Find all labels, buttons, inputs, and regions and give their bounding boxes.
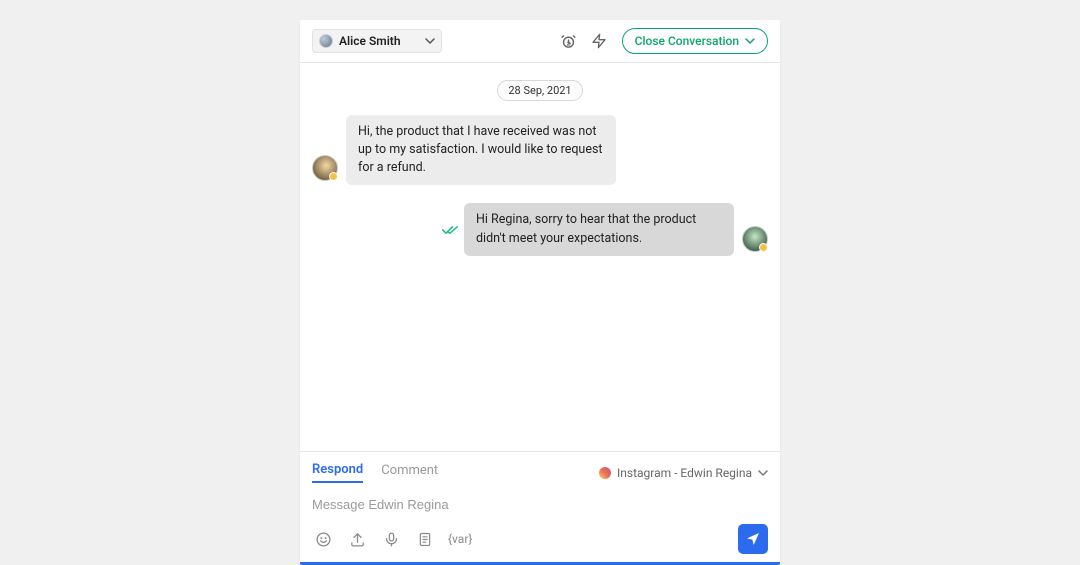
snooze-icon[interactable] — [557, 29, 581, 53]
tab-comment[interactable]: Comment — [381, 463, 438, 482]
channel-selector[interactable]: Instagram - Edwin Regina — [599, 466, 768, 480]
message-bubble: Hi, the product that I have received was… — [346, 115, 616, 185]
chevron-down-icon — [758, 468, 768, 478]
emoji-icon[interactable] — [312, 528, 334, 550]
instagram-icon — [599, 467, 611, 479]
upload-icon[interactable] — [346, 528, 368, 550]
chevron-down-icon — [745, 36, 755, 46]
template-icon[interactable] — [414, 528, 436, 550]
message-row: Hi, the product that I have received was… — [312, 115, 768, 185]
assignee-dropdown[interactable]: Alice Smith — [312, 29, 442, 53]
close-conversation-button[interactable]: Close Conversation — [622, 28, 768, 54]
composer: Respond Comment Instagram - Edwin Regina — [300, 451, 780, 565]
contact-avatar — [312, 155, 338, 181]
message-input[interactable] — [312, 497, 768, 512]
conversation-panel: Alice Smith Close Conversation 28 Sep, 2… — [300, 20, 780, 565]
microphone-icon[interactable] — [380, 528, 402, 550]
agent-avatar — [742, 226, 768, 252]
date-separator: 28 Sep, 2021 — [497, 80, 582, 101]
read-receipt-icon — [442, 224, 458, 236]
message-thread: 28 Sep, 2021 Hi, the product that I have… — [300, 63, 780, 451]
close-conversation-label: Close Conversation — [635, 34, 739, 48]
send-button[interactable] — [738, 524, 768, 554]
composer-toolbar: {var} — [312, 524, 768, 554]
composer-tabs: Respond Comment Instagram - Edwin Regina — [312, 462, 768, 483]
tab-respond[interactable]: Respond — [312, 462, 363, 483]
assignee-avatar — [319, 34, 333, 48]
bolt-icon[interactable] — [587, 29, 611, 53]
channel-label: Instagram - Edwin Regina — [617, 466, 752, 480]
assignee-name: Alice Smith — [339, 34, 401, 48]
chevron-down-icon — [425, 36, 435, 46]
message-row: Hi Regina, sorry to hear that the produc… — [312, 203, 768, 255]
variable-icon[interactable]: {var} — [448, 532, 472, 546]
message-bubble: Hi Regina, sorry to hear that the produc… — [464, 203, 734, 255]
conversation-header: Alice Smith Close Conversation — [300, 20, 780, 63]
